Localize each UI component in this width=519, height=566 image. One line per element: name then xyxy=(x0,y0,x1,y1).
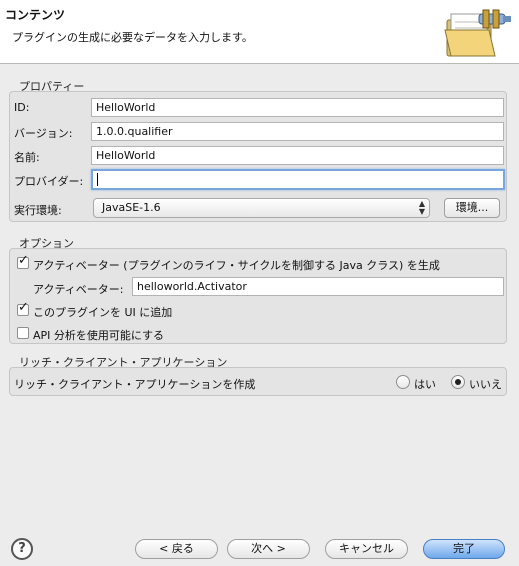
page-description: プラグインの生成に必要なデータを入力します。 xyxy=(12,31,253,44)
header-banner: コンテンツ プラグインの生成に必要なデータを入力します。 xyxy=(0,0,519,64)
page-title: コンテンツ xyxy=(5,8,66,22)
radio-no-label: いいえ xyxy=(469,378,502,391)
id-field[interactable]: HelloWorld xyxy=(91,98,504,117)
ui-checkbox[interactable]: ✓ xyxy=(17,300,29,316)
up-down-arrows-icon: ▲ ▼ xyxy=(418,199,425,216)
activator-checkbox[interactable]: ✓ xyxy=(17,253,29,269)
radio-yes[interactable] xyxy=(396,375,410,389)
finish-button[interactable]: 完了 xyxy=(423,539,505,559)
checkmark-icon: ✓ xyxy=(18,300,29,315)
env-button[interactable]: 環境... xyxy=(444,198,500,218)
id-label: ID: xyxy=(14,101,30,114)
provider-label: プロバイダー: xyxy=(14,175,84,188)
env-label: 実行環境: xyxy=(14,204,62,217)
radio-selected-dot xyxy=(455,379,461,385)
name-label: 名前: xyxy=(14,151,40,164)
env-select[interactable]: JavaSE-1.6 ▲ ▼ xyxy=(93,198,430,218)
activator-checkbox-label: アクティベーター (プラグインのライフ・サイクルを制御する Java クラス) … xyxy=(33,259,440,272)
next-button[interactable]: 次へ > xyxy=(227,539,310,559)
provider-field[interactable] xyxy=(91,169,505,190)
help-icon[interactable]: ? xyxy=(11,538,33,560)
radio-yes-label: はい xyxy=(414,378,436,391)
version-field[interactable]: 1.0.0.qualifier xyxy=(91,122,504,141)
radio-no[interactable] xyxy=(451,375,465,389)
plugin-folder-icon xyxy=(444,9,511,57)
text-caret xyxy=(97,173,98,186)
ui-checkbox-label: このプラグインを UI に追加 xyxy=(33,306,173,319)
checkmark-icon: ✓ xyxy=(18,253,29,268)
env-select-value: JavaSE-1.6 xyxy=(102,201,161,214)
cancel-button[interactable]: キャンセル xyxy=(325,539,408,559)
name-field[interactable]: HelloWorld xyxy=(91,146,504,165)
activator-label: アクティベーター: xyxy=(33,283,124,296)
activator-field[interactable]: helloworld.Activator xyxy=(132,277,504,296)
back-button[interactable]: < 戻る xyxy=(135,539,218,559)
api-checkbox[interactable] xyxy=(17,327,29,339)
rich-client-question: リッチ・クライアント・アプリケーションを作成 xyxy=(14,378,256,391)
api-checkbox-label: API 分析を使用可能にする xyxy=(33,329,165,342)
version-label: バージョン: xyxy=(14,127,73,140)
